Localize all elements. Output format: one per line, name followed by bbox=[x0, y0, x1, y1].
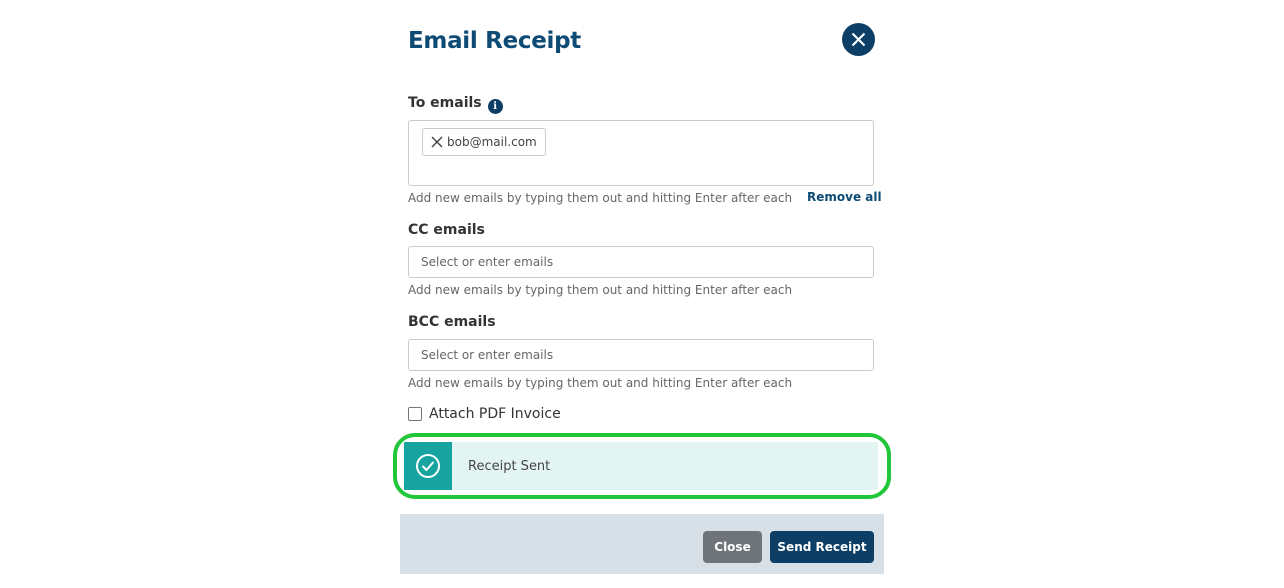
check-circle-icon bbox=[416, 454, 440, 478]
bcc-emails-label: BCC emails bbox=[408, 314, 496, 330]
email-receipt-modal: Email Receipt To emails i bob@mail.com Ad… bbox=[393, 0, 891, 574]
toast-icon-box bbox=[404, 442, 452, 490]
bcc-emails-input[interactable] bbox=[408, 339, 874, 371]
close-modal-button[interactable] bbox=[842, 23, 875, 56]
email-chip-label: bob@mail.com bbox=[447, 135, 537, 149]
cc-emails-help: Add new emails by typing them out and hi… bbox=[408, 283, 793, 297]
modal-footer: Close Send Receipt bbox=[400, 514, 884, 574]
cc-emails-label: CC emails bbox=[408, 222, 485, 238]
cc-emails-input[interactable] bbox=[408, 246, 874, 278]
attach-pdf-checkbox[interactable] bbox=[408, 407, 422, 421]
info-icon[interactable]: i bbox=[487, 99, 503, 114]
modal-title: Email Receipt bbox=[408, 28, 581, 54]
send-receipt-button[interactable]: Send Receipt bbox=[770, 531, 874, 563]
bcc-emails-help: Add new emails by typing them out and hi… bbox=[408, 376, 793, 390]
email-chip: bob@mail.com bbox=[422, 128, 546, 156]
toast-message: Receipt Sent bbox=[468, 458, 551, 474]
attach-pdf-row[interactable]: Attach PDF Invoice bbox=[408, 406, 561, 422]
to-emails-label-row: To emails i bbox=[408, 95, 503, 114]
to-emails-help: Add new emails by typing them out and hi… bbox=[408, 191, 793, 205]
to-emails-field[interactable]: bob@mail.com bbox=[408, 120, 874, 186]
close-button[interactable]: Close bbox=[703, 531, 762, 563]
receipt-sent-toast: Receipt Sent bbox=[404, 442, 878, 490]
close-icon bbox=[851, 32, 866, 47]
attach-pdf-label: Attach PDF Invoice bbox=[429, 406, 561, 422]
to-emails-label: To emails bbox=[408, 95, 482, 111]
remove-chip-icon[interactable] bbox=[430, 135, 444, 149]
remove-all-button[interactable]: Remove all bbox=[807, 190, 882, 204]
